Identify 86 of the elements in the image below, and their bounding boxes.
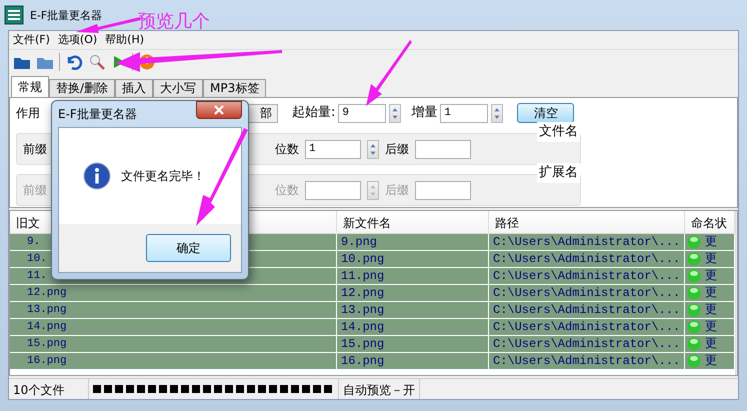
close-button[interactable]: [196, 101, 242, 119]
path-cell: C:\Users\Administrator\...: [489, 285, 685, 301]
menu-item[interactable]: 帮助(H): [105, 33, 144, 47]
apply-label: 作用: [16, 105, 40, 122]
close-icon: [214, 105, 224, 115]
scrollbar[interactable]: [735, 211, 737, 375]
new-name-cell: 11.png: [337, 268, 489, 284]
tab[interactable]: 大小写: [153, 79, 204, 97]
status-text: 更: [705, 353, 717, 369]
spinner-icon[interactable]: [367, 140, 379, 158]
file-count: 10个文件: [9, 379, 89, 399]
new-name-cell: 10.png: [337, 251, 489, 267]
status-ok-icon: [687, 354, 701, 368]
path-cell: C:\Users\Administrator\...: [489, 319, 685, 335]
prefix-label: 前缀: [23, 141, 47, 158]
group-title: 文件名: [537, 122, 580, 142]
new-name-cell: 15.png: [337, 336, 489, 352]
new-name-cell: 13.png: [337, 302, 489, 318]
annotation-text: 预览几个: [138, 10, 210, 34]
path-cell: C:\Users\Administrator\...: [489, 234, 685, 250]
dialog-message: 文件更名完毕！: [121, 168, 205, 185]
status-ok-icon: [687, 286, 701, 300]
old-name-cell: 14.png: [10, 319, 337, 335]
undo-icon[interactable]: [65, 54, 83, 70]
path-cell: C:\Users\Administrator\...: [489, 353, 685, 369]
old-name-cell: 15.png: [10, 336, 337, 352]
digits-label: 位数: [275, 141, 299, 158]
tab[interactable]: 常规: [11, 76, 49, 97]
window-title: E-F批量更名器: [30, 10, 102, 20]
column-header[interactable]: 新文件名: [337, 211, 489, 233]
table-row[interactable]: 14.png 14.png C:\Users\Administrator\... 更: [10, 319, 735, 336]
menu-item[interactable]: 选项(O): [58, 33, 98, 47]
auto-preview-status: 自动预览－开: [339, 379, 420, 399]
info-icon: [83, 162, 111, 190]
suffix-label: 后缀: [385, 182, 409, 199]
new-name-cell: 9.png: [337, 234, 489, 250]
table-row[interactable]: 15.png 15.png C:\Users\Administrator\... 更: [10, 336, 735, 353]
status-ok-icon: [687, 320, 701, 334]
status-ok-icon: [687, 269, 701, 283]
annotation-arrow: [366, 40, 412, 106]
clear-button[interactable]: 清空: [517, 103, 574, 123]
start-label: 起始量:: [292, 104, 336, 122]
status-ok-icon: [687, 235, 701, 249]
path-cell: C:\Users\Administrator\...: [489, 268, 685, 284]
search-icon[interactable]: [88, 54, 106, 70]
tab[interactable]: 替换/删除: [49, 79, 116, 97]
step-label: 增量: [411, 104, 438, 122]
new-name-cell: 16.png: [337, 353, 489, 369]
path-cell: C:\Users\Administrator\...: [489, 251, 685, 267]
app-logo-icon: [4, 5, 24, 25]
dialog-title: E-F批量更名器: [58, 106, 137, 123]
status-text: 更: [705, 336, 717, 352]
digits-label: 位数: [275, 182, 299, 199]
prefix-label: 前缀: [23, 182, 47, 199]
tab[interactable]: 插入: [115, 79, 154, 97]
group-title: 扩展名: [537, 163, 580, 182]
status-text: 更: [705, 268, 717, 284]
old-name-cell: 13.png: [10, 302, 337, 318]
path-cell: C:\Users\Administrator\...: [489, 302, 685, 318]
old-name-cell: 12.png: [10, 285, 337, 301]
menu-item[interactable]: 文件(F): [13, 33, 50, 47]
spinner-icon[interactable]: [389, 104, 402, 122]
new-name-cell: 12.png: [337, 285, 489, 301]
table-row[interactable]: 13.png 13.png C:\Users\Administrator\... 更: [10, 302, 735, 319]
suffix-field[interactable]: [415, 140, 471, 158]
tab[interactable]: MP3标签: [203, 79, 266, 97]
path-cell: C:\Users\Administrator\...: [489, 336, 685, 352]
spinner-icon[interactable]: [491, 104, 504, 122]
start-field[interactable]: 9: [338, 104, 386, 122]
status-ok-icon: [687, 252, 701, 266]
status-text: 更: [705, 234, 717, 250]
column-header[interactable]: 路径: [489, 211, 685, 233]
status-text: 更: [705, 319, 717, 335]
status-ok-icon: [687, 337, 701, 351]
step-field[interactable]: 1: [440, 104, 488, 122]
status-ok-icon: [687, 303, 701, 317]
status-text: 更: [705, 302, 717, 318]
suffix-label: 后缀: [385, 141, 409, 158]
table-row[interactable]: 16.png 16.png C:\Users\Administrator\... 更: [10, 353, 735, 370]
status-text: 更: [705, 251, 717, 267]
status-text: 更: [705, 285, 717, 301]
ok-button[interactable]: 确定: [146, 234, 231, 262]
digits-field[interactable]: 1: [305, 140, 361, 158]
table-row[interactable]: 12.png 12.png C:\Users\Administrator\... 更: [10, 285, 735, 302]
old-name-cell: 16.png: [10, 353, 337, 369]
new-name-cell: 14.png: [337, 319, 489, 335]
